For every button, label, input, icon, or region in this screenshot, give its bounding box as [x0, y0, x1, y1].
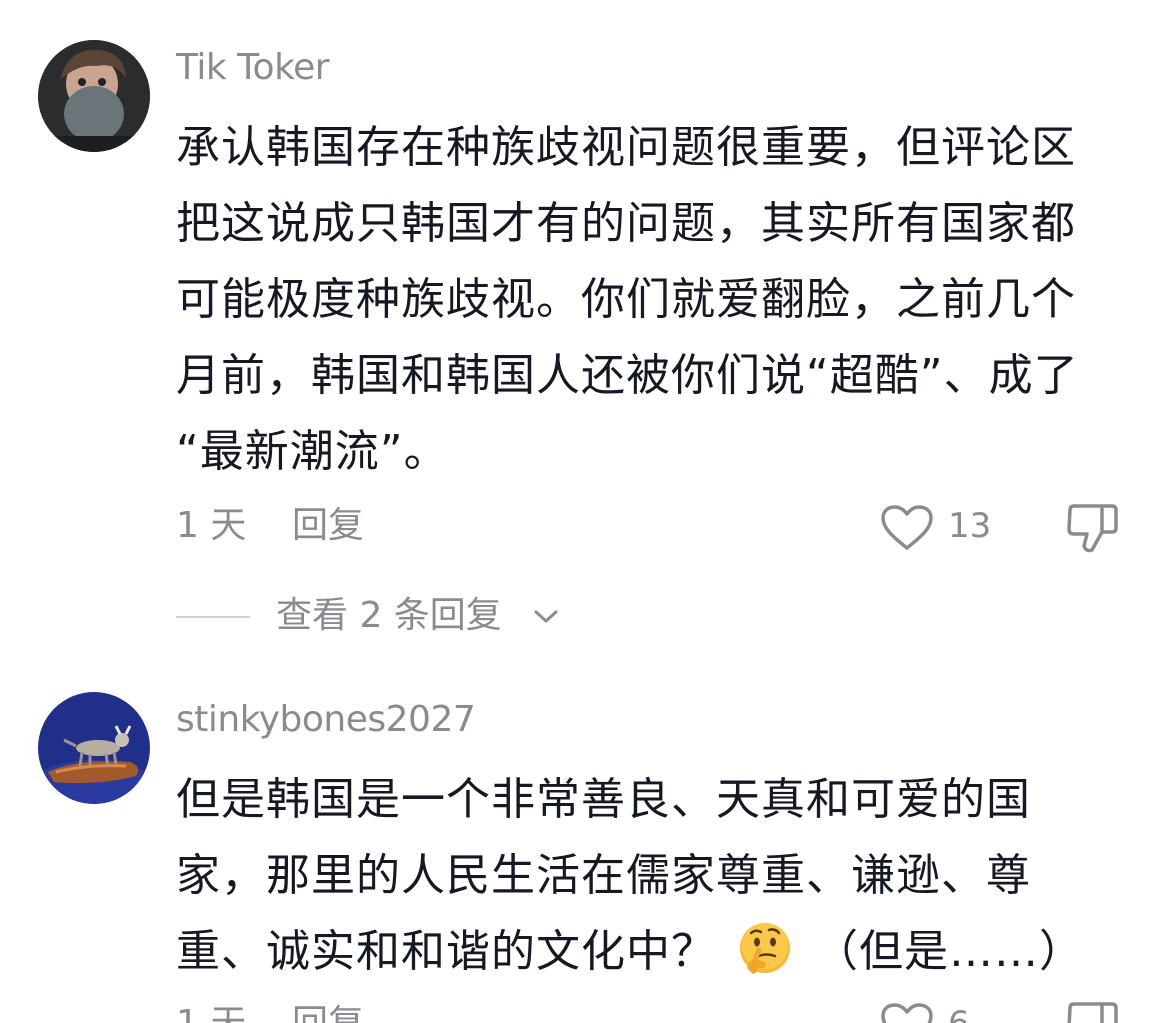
thumbs-down-icon — [1067, 504, 1118, 553]
avatar[interactable] — [38, 692, 150, 804]
comment-meta: 1 天 回复 13 — [176, 498, 1126, 554]
comment-text-segment: （但是……） — [814, 926, 1084, 977]
comment-list: Tik Toker 承认韩国存在种族歧视问题很重要，但评论区 把这说成只韩国才有… — [0, 0, 1170, 1023]
comment-text-line: 重、诚实和和谐的文化中？ （但是……） — [176, 914, 1126, 990]
chevron-down-icon — [534, 610, 558, 623]
heart-icon — [881, 505, 933, 550]
comment-text-line: 把这说成只韩国才有的问题，其实所有国家都 — [176, 198, 1076, 249]
comment-text-line: 家，那里的人民生活在儒家尊重、谦逊、尊 — [176, 850, 1031, 901]
comment-text-segment: 重、诚实和和谐的文化中？ — [176, 926, 716, 977]
comment-text-line: 月前，韩国和韩国人还被你们说“超酷”、成了 — [176, 350, 1079, 401]
avatar[interactable] — [38, 40, 150, 152]
reply-button[interactable]: 回复 — [292, 996, 364, 1023]
comment-text-line: “最新潮流”。 — [176, 426, 449, 477]
view-replies-label: 查看 2 条回复 — [276, 595, 502, 636]
comment-meta: 1 天 回复 6 — [176, 996, 1126, 1023]
like-button[interactable]: 6 — [880, 996, 990, 1023]
comment-text-line: 承认韩国存在种族歧视问题很重要，但评论区 — [176, 122, 1076, 173]
heart-icon — [881, 1003, 933, 1023]
divider — [176, 616, 250, 618]
comment-timestamp: 1 天 — [176, 505, 247, 546]
reply-button[interactable]: 回复 — [292, 498, 364, 554]
thinking-face-icon — [740, 923, 790, 974]
like-count: 6 — [948, 996, 970, 1023]
comment-text-line: 但是韩国是一个非常善良、天真和可爱的国 — [176, 774, 1031, 825]
view-replies-button[interactable]: 查看 2 条回复 — [176, 588, 676, 644]
comment-username[interactable]: Tik Toker — [176, 46, 330, 90]
comment-text: 承认韩国存在种族歧视问题很重要，但评论区 把这说成只韩国才有的问题，其实所有国家… — [176, 110, 1126, 490]
comment-text: 但是韩国是一个非常善良、天真和可爱的国 家，那里的人民生活在儒家尊重、谦逊、尊 … — [176, 762, 1126, 990]
dislike-button[interactable] — [1064, 1000, 1120, 1023]
comment-text-line: 可能极度种族歧视。你们就爱翻脸，之前几个 — [176, 274, 1076, 325]
like-button[interactable]: 13 — [880, 498, 992, 554]
thumbs-down-icon — [1067, 1002, 1118, 1023]
dislike-button[interactable] — [1064, 502, 1120, 571]
like-count: 13 — [948, 506, 992, 546]
comment-username[interactable]: stinkybones2027 — [176, 698, 476, 742]
comment-timestamp: 1 天 — [176, 996, 246, 1023]
